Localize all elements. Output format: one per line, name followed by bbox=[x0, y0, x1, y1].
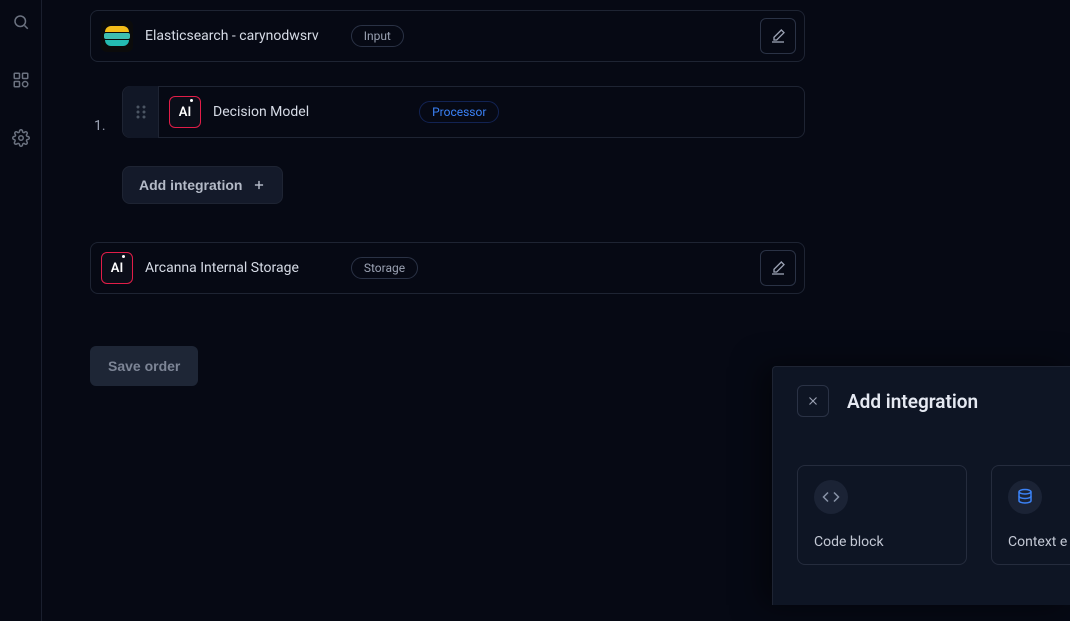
edit-storage-button[interactable] bbox=[760, 250, 796, 286]
card-label: Code block bbox=[814, 534, 950, 550]
processor-index: 1. bbox=[90, 118, 122, 134]
input-badge: Input bbox=[351, 25, 404, 47]
sidebar bbox=[0, 0, 42, 621]
pipeline-processor-row: AI Decision Model Processor bbox=[122, 86, 805, 138]
processor-row-wrap: 1. AI Decision Model Processor bbox=[90, 86, 1022, 166]
storage-title: Arcanna Internal Storage bbox=[145, 260, 299, 276]
gear-icon[interactable] bbox=[7, 124, 35, 152]
input-title: Elasticsearch - carynodwsrv bbox=[145, 28, 319, 44]
card-label: Context e bbox=[1008, 534, 1070, 550]
search-icon[interactable] bbox=[7, 8, 35, 36]
add-integration-panel: Add integration Code block Context e bbox=[772, 366, 1070, 605]
elastic-icon bbox=[101, 20, 133, 52]
plus-icon bbox=[252, 178, 266, 192]
close-icon bbox=[806, 394, 820, 408]
drag-handle-icon[interactable] bbox=[123, 86, 159, 138]
code-icon bbox=[814, 480, 848, 514]
database-icon bbox=[1008, 480, 1042, 514]
pipeline-input-row: Elasticsearch - carynodwsrv Input bbox=[90, 10, 805, 62]
add-integration-label: Add integration bbox=[139, 177, 242, 193]
storage-badge: Storage bbox=[351, 257, 418, 279]
panel-card-code-block[interactable]: Code block bbox=[797, 465, 967, 565]
panel-title: Add integration bbox=[847, 390, 978, 413]
panel-card-context[interactable]: Context e bbox=[991, 465, 1070, 565]
processor-badge: Processor bbox=[419, 101, 499, 123]
panel-header: Add integration bbox=[797, 385, 1054, 417]
save-order-button[interactable]: Save order bbox=[90, 346, 198, 386]
pipeline-storage-row: AI Arcanna Internal Storage Storage bbox=[90, 242, 805, 294]
processor-title: Decision Model bbox=[213, 104, 309, 120]
close-panel-button[interactable] bbox=[797, 385, 829, 417]
add-integration-button[interactable]: Add integration bbox=[122, 166, 283, 204]
edit-input-button[interactable] bbox=[760, 18, 796, 54]
integrations-icon[interactable] bbox=[7, 66, 35, 94]
ai-icon: AI bbox=[101, 252, 133, 284]
panel-cards: Code block Context e bbox=[797, 465, 1054, 565]
ai-icon: AI bbox=[169, 96, 201, 128]
